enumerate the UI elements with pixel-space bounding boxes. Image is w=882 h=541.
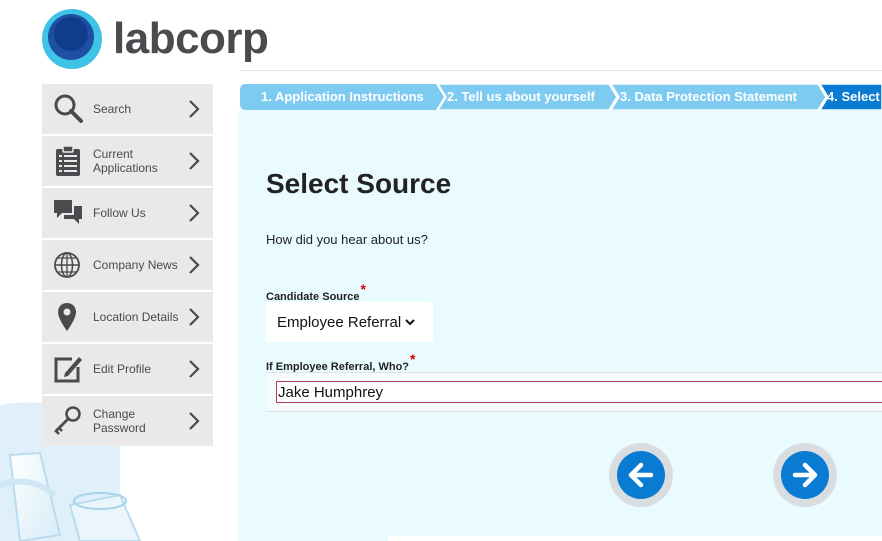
sidebar-item-label: Location Details — [93, 310, 179, 324]
key-icon — [54, 406, 81, 435]
sidebar-item-company-news[interactable]: Company News — [42, 240, 213, 290]
chevron-down-icon — [405, 319, 415, 326]
sidebar-item-location-details[interactable]: Location Details — [42, 292, 213, 342]
logo-mark-icon — [42, 9, 102, 69]
page: labcorp Search Current Applications Foll… — [0, 0, 882, 541]
referral-name-field-wrapper — [266, 372, 882, 412]
sidebar-item-follow-us[interactable]: Follow Us — [42, 188, 213, 238]
arrow-left-icon — [628, 462, 654, 488]
sidebar: Search Current Applications Follow Us Co… — [42, 84, 213, 448]
sidebar-item-label: Company News — [93, 258, 178, 272]
globe-icon — [54, 252, 80, 278]
arrow-right-icon — [792, 462, 818, 488]
chevron-right-icon — [189, 360, 200, 378]
candidate-source-value: Employee Referral — [277, 313, 402, 331]
page-title: Select Source — [266, 168, 452, 199]
application-steps: 1. Application Instructions 2. Tell us a… — [240, 84, 882, 110]
sidebar-item-change-password[interactable]: Change Password — [42, 396, 213, 446]
sidebar-item-current-applications[interactable]: Current Applications — [42, 136, 213, 186]
sidebar-item-edit-profile[interactable]: Edit Profile — [42, 344, 213, 394]
sidebar-item-search[interactable]: Search — [42, 84, 213, 134]
chat-bubbles-icon — [54, 200, 82, 224]
candidate-source-label: Candidate Source* — [266, 281, 366, 303]
referral-name-label: If Employee Referral, Who?* — [266, 351, 416, 373]
chevron-right-icon — [189, 152, 200, 170]
sidebar-item-label: Follow Us — [93, 206, 146, 220]
sidebar-item-label: Change Password — [93, 407, 146, 435]
map-pin-icon — [58, 303, 76, 331]
bottom-content-edge — [388, 536, 882, 541]
chevron-right-icon — [189, 100, 200, 118]
chevron-right-icon — [189, 412, 200, 430]
required-marker: * — [410, 351, 416, 367]
edit-icon — [54, 357, 82, 383]
required-marker: * — [360, 281, 366, 297]
candidate-source-select[interactable]: Employee Referral — [266, 302, 433, 342]
search-icon — [54, 94, 83, 123]
referral-name-input[interactable] — [276, 381, 882, 403]
chevron-right-icon — [189, 204, 200, 222]
clipboard-icon — [56, 145, 80, 176]
logo-text: labcorp — [113, 14, 269, 63]
brand-logo[interactable]: labcorp — [42, 9, 269, 69]
sidebar-item-label: Search — [93, 102, 132, 116]
source-question: How did you hear about us? — [266, 232, 428, 247]
step-4-label[interactable]: 4. Select — [806, 84, 880, 110]
step-3-label[interactable]: 3. Data Protection Statement — [599, 84, 797, 110]
step-1-label[interactable]: 1. Application Instructions — [240, 84, 424, 110]
sidebar-item-label: Current Applications — [93, 147, 158, 175]
step-2-label[interactable]: 2. Tell us about yourself — [426, 84, 595, 110]
header-divider — [240, 70, 882, 71]
back-button[interactable] — [609, 443, 673, 507]
chevron-right-icon — [189, 308, 200, 326]
sidebar-item-label: Edit Profile — [93, 362, 152, 376]
chevron-right-icon — [189, 256, 200, 274]
next-button[interactable] — [773, 443, 837, 507]
